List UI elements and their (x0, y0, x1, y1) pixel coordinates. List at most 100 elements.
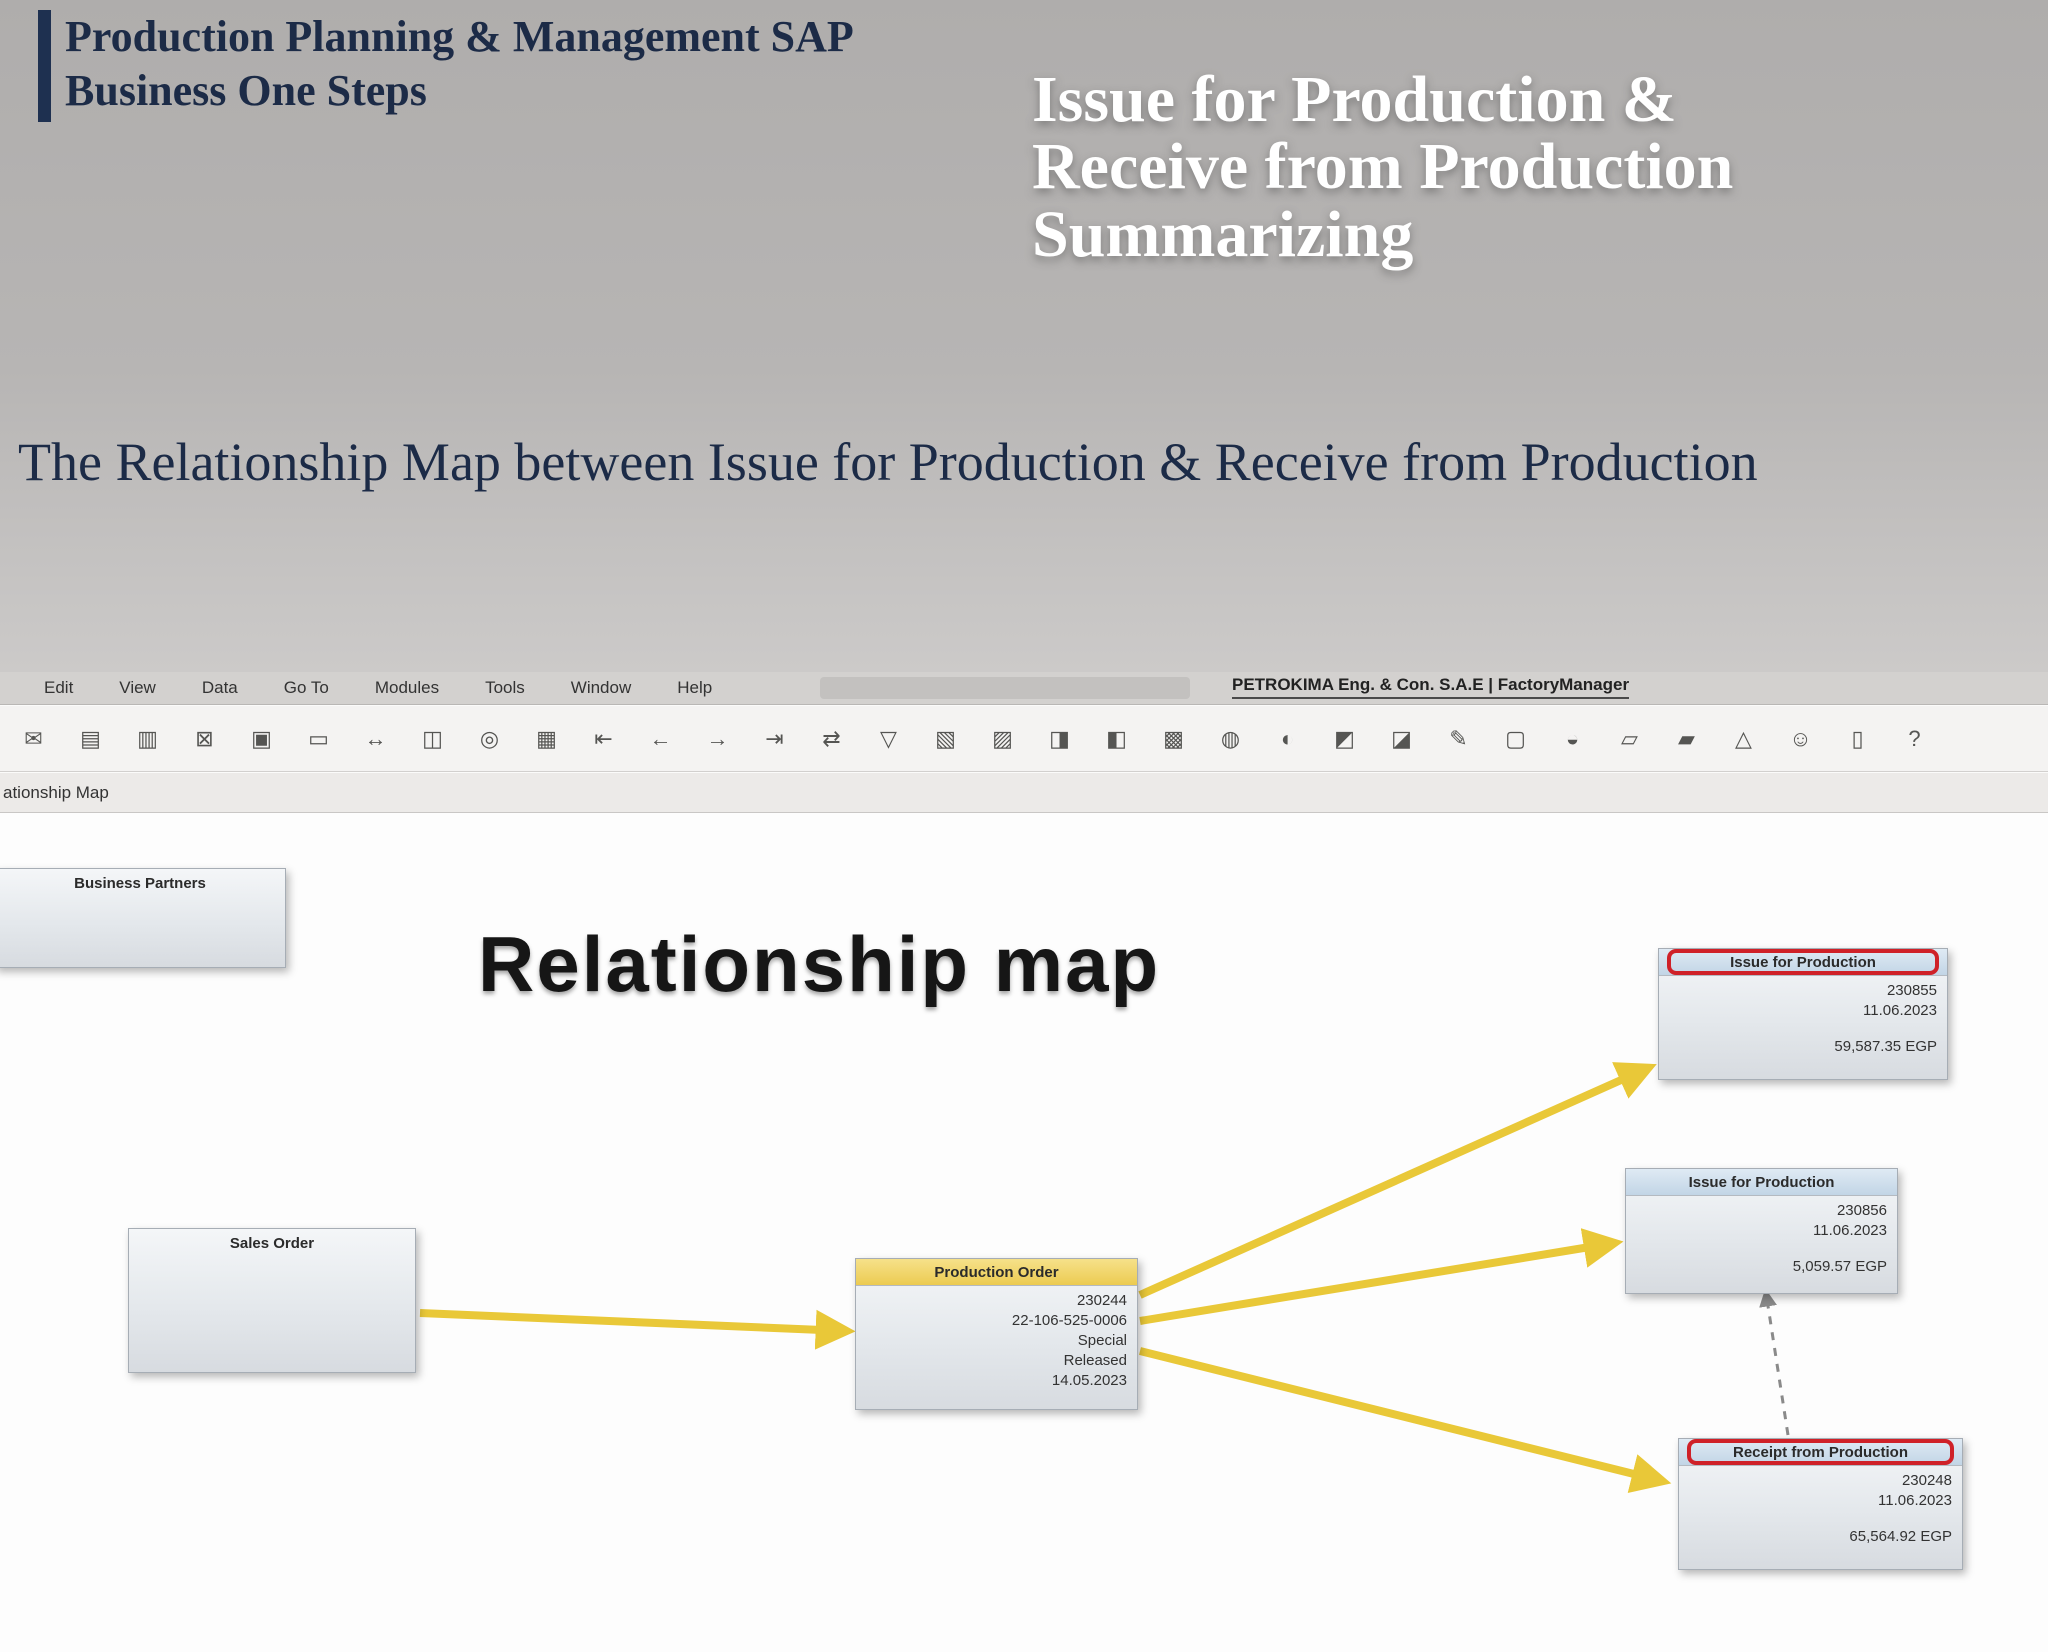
slide-subtitle: The Relationship Map between Issue for P… (18, 432, 1758, 492)
base-document-icon[interactable]: ◩ (1329, 723, 1360, 754)
print-preview-icon[interactable]: ▥ (132, 723, 163, 754)
query-manager-icon[interactable]: ▯ (1842, 723, 1873, 754)
dashed-link-receipt-to-issue (1759, 1288, 1790, 1436)
slide-kicker: Production Planning & Management SAP Bus… (38, 10, 854, 122)
menu-data[interactable]: Data (202, 678, 238, 698)
menu-window[interactable]: Window (571, 678, 631, 698)
doc-date: 11.06.2023 (1813, 1222, 1887, 1239)
doc-number: 230244 (1076, 1292, 1127, 1309)
toolbar: ✉ ▤ ▥ ⊠ ▣ ▭ ↔ ◫ ◎ ▦ ⇤ ← → ⇥ ⇄ ▽ ▧ ▨ ◨ ◧ … (0, 706, 2048, 772)
menu-modules[interactable]: Modules (375, 678, 439, 698)
first-record-icon[interactable]: ⇤ (588, 723, 619, 754)
tab-bar: ationship Map (0, 773, 2048, 813)
export-word-icon[interactable]: ▣ (246, 723, 277, 754)
node-issue-for-production-top[interactable]: Issue for Production 230855 11.06.2023 5… (1658, 948, 1948, 1080)
form-settings-icon[interactable]: ▦ (531, 723, 562, 754)
node-business-partners[interactable]: Business Partners (0, 868, 286, 968)
journal-entry-icon[interactable]: ▩ (1158, 723, 1189, 754)
menu-tools[interactable]: Tools (485, 678, 525, 698)
filter-icon[interactable]: ▽ (873, 723, 904, 754)
node-details: 230248 11.06.2023 65,564.92 EGP (1679, 1466, 1962, 1547)
document-settings-icon[interactable]: ▢ (1500, 723, 1531, 754)
redaction-box (820, 677, 1190, 699)
accent-bar (38, 10, 51, 122)
organization-chart-icon[interactable]: △ (1728, 723, 1759, 754)
picture-icon[interactable]: ▧ (930, 723, 961, 754)
node-issue-for-production-mid[interactable]: Issue for Production 230856 11.06.2023 5… (1625, 1168, 1898, 1294)
slide-title-line-1: Issue for Production & (1032, 63, 1677, 136)
relationship-map-canvas: Relationship map Business Partners Sales… (0, 813, 2048, 1652)
move-icon[interactable]: ↔ (360, 723, 391, 754)
node-title: Business Partners (74, 875, 206, 892)
node-header: Issue for Production (1659, 949, 1947, 976)
node-title: Sales Order (229, 1235, 315, 1252)
edit-icon[interactable]: ✎ (1443, 723, 1474, 754)
next-record-icon[interactable]: → (702, 723, 733, 754)
node-title: Issue for Production (1688, 1173, 1835, 1191)
export-pdf-icon[interactable]: ▭ (303, 723, 334, 754)
slide-header-section: Production Planning & Management SAP Bus… (0, 0, 2048, 672)
arrow-production-to-receipt (1139, 1347, 1672, 1494)
user-icon[interactable]: ☺ (1785, 723, 1816, 754)
kicker-line-1: Production Planning & Management SAP (65, 12, 854, 61)
doc-number: 230856 (1836, 1202, 1887, 1219)
company-user-label: PETROKIMA Eng. & Con. S.A.E | FactoryMan… (1232, 675, 1630, 699)
export-excel-icon[interactable]: ⊠ (189, 723, 220, 754)
node-title: Production Order (934, 1263, 1059, 1281)
node-header: Receipt from Production (1679, 1439, 1962, 1466)
order-date: 14.05.2023 (1051, 1372, 1127, 1389)
payment-means-icon[interactable]: ◍ (1215, 723, 1246, 754)
find-icon[interactable]: ◎ (474, 723, 505, 754)
doc-date: 11.06.2023 (1863, 1002, 1937, 1019)
node-production-order[interactable]: Production Order 230244 22-106-525-0006 … (855, 1258, 1138, 1410)
mail-icon[interactable]: ✉ (18, 723, 49, 754)
node-details: 230855 11.06.2023 59,587.35 EGP (1659, 976, 1947, 1057)
red-highlight-ring (1687, 1439, 1954, 1465)
menu-goto[interactable]: Go To (284, 678, 329, 698)
doc-amount: 59,587.35 EGP (1834, 1038, 1937, 1055)
doc-amount: 5,059.57 EGP (1792, 1258, 1887, 1275)
screenshot-root: Production Planning & Management SAP Bus… (0, 0, 2048, 1652)
item-code: 22-106-525-0006 (1011, 1312, 1127, 1329)
slide-title: Issue for Production & Receive from Prod… (1032, 66, 1972, 268)
menu-edit[interactable]: Edit (44, 678, 73, 698)
print-icon[interactable]: ▤ (75, 723, 106, 754)
layout-designer-icon[interactable]: ◫ (417, 723, 448, 754)
find-mode-icon[interactable]: ◧ (1101, 723, 1132, 754)
node-details: 230244 22-106-525-0006 Special Released … (856, 1286, 1137, 1391)
map-title: Relationship map (478, 920, 1161, 1008)
kicker-line-2: Business One Steps (65, 65, 427, 115)
calendar-icon[interactable]: ▰ (1671, 723, 1702, 754)
alerts-icon[interactable]: ◒ (1557, 723, 1588, 754)
red-highlight-ring (1667, 949, 1939, 975)
slide-title-line-2: Receive from Production (1032, 130, 1734, 204)
refresh-icon[interactable]: ⇄ (816, 723, 847, 754)
slide-title-line-3: Summarizing (1032, 197, 1414, 271)
last-record-icon[interactable]: ⇥ (759, 723, 790, 754)
tab-relationship-map[interactable]: ationship Map (0, 773, 125, 812)
menu-view[interactable]: View (119, 678, 156, 698)
node-header: Production Order (856, 1259, 1137, 1286)
node-receipt-from-production[interactable]: Receipt from Production 230248 11.06.202… (1678, 1438, 1963, 1570)
doc-amount: 65,564.92 EGP (1849, 1528, 1952, 1545)
arrow-production-to-issue-mid (1139, 1228, 1624, 1325)
doc-number: 230248 (1901, 1472, 1952, 1489)
node-details: 230856 11.06.2023 5,059.57 EGP (1626, 1196, 1897, 1277)
node-sales-order[interactable]: Sales Order (128, 1228, 416, 1373)
gross-profit-icon[interactable]: ◐ (1272, 723, 1303, 754)
kicker-text: Production Planning & Management SAP Bus… (65, 10, 854, 122)
messages-icon[interactable]: ▱ (1614, 723, 1645, 754)
order-type: Special (1077, 1332, 1127, 1349)
previous-record-icon[interactable]: ← (645, 723, 676, 754)
arrow-sales-to-production (419, 1309, 856, 1350)
arrow-production-to-issue-top (1138, 1062, 1657, 1299)
node-header: Issue for Production (1626, 1169, 1897, 1196)
document-draft-icon[interactable]: ▨ (987, 723, 1018, 754)
order-status: Released (1063, 1352, 1127, 1369)
doc-number: 230855 (1886, 982, 1937, 999)
target-document-icon[interactable]: ◪ (1386, 723, 1417, 754)
menu-help[interactable]: Help (677, 678, 712, 698)
add-mode-icon[interactable]: ◨ (1044, 723, 1075, 754)
doc-date: 11.06.2023 (1878, 1492, 1952, 1509)
help-icon[interactable]: ? (1899, 723, 1930, 754)
